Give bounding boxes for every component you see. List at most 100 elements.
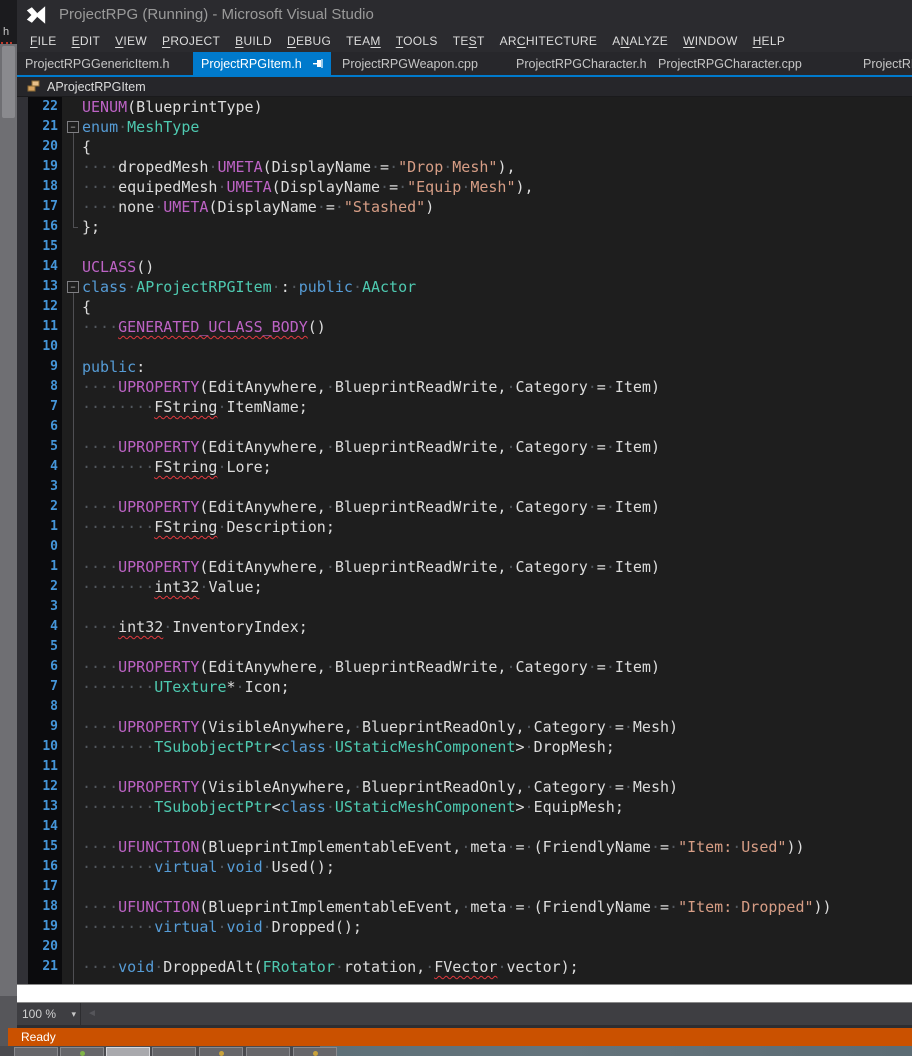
background-tab-fragment: h xyxy=(3,26,9,38)
code-text: public: xyxy=(82,357,145,377)
line-number: 8 xyxy=(28,377,58,397)
code-text: }; xyxy=(82,217,100,237)
menu-help[interactable]: HELP xyxy=(753,34,786,48)
code-text: ····dropedMesh·UMETA(DisplayName·=·"Drop… xyxy=(82,157,516,177)
line-number: 20 xyxy=(28,937,58,957)
code-editor[interactable]: 22UENUM(BlueprintType)21−enum·MeshType20… xyxy=(17,97,912,984)
code-line: 10 xyxy=(17,337,912,357)
background-scrollbar-thumb xyxy=(2,46,15,118)
navigation-bar[interactable]: AProjectRPGItem xyxy=(17,77,912,97)
line-number: 11 xyxy=(28,757,58,777)
line-number: 0 xyxy=(28,537,58,557)
taskbar-button[interactable] xyxy=(14,1047,58,1056)
screen: h ProjectRPG (Running) - Microsoft Visua… xyxy=(0,0,912,1056)
line-number: 15 xyxy=(28,837,58,857)
line-number: 11 xyxy=(28,317,58,337)
code-text: ····UPROPERTY(VisibleAnywhere,·Blueprint… xyxy=(82,777,678,797)
code-text: ········virtual·void·Dropped(); xyxy=(82,917,362,937)
fold-collapse-icon[interactable]: − xyxy=(67,121,79,133)
menu-tools[interactable]: TOOLS xyxy=(396,34,438,48)
code-text: ········FString·Description; xyxy=(82,517,335,537)
class-icon xyxy=(27,80,41,93)
zoom-dropdown[interactable]: 100 % ▾ xyxy=(22,1007,80,1021)
taskbar-button[interactable] xyxy=(293,1047,337,1056)
code-line: 7········UTexture*·Icon; xyxy=(17,677,912,697)
taskbar-button[interactable] xyxy=(106,1047,150,1056)
menu-team[interactable]: TEAM xyxy=(346,34,381,48)
code-text: ····none·UMETA(DisplayName·=·"Stashed") xyxy=(82,197,434,217)
taskbar-button[interactable] xyxy=(152,1047,196,1056)
visual-studio-window: ProjectRPG (Running) - Microsoft Visual … xyxy=(17,0,912,1056)
line-number: 19 xyxy=(28,157,58,177)
divider xyxy=(80,1003,81,1025)
tab-label: ProjectRPGItem.h xyxy=(201,57,302,71)
tab-projectrpgcharacter.h[interactable]: ProjectRPGCharacter.h xyxy=(510,52,646,75)
code-line: 19 ····dropedMesh·UMETA(DisplayName·=·"Dr… xyxy=(17,157,912,177)
tab-projectrpggenericitem.h[interactable]: ProjectRPGGenericItem.h xyxy=(19,52,181,75)
title-bar[interactable]: ProjectRPG (Running) - Microsoft Visual … xyxy=(17,0,912,30)
line-number: 1 xyxy=(28,517,58,537)
code-line: 3 xyxy=(17,477,912,497)
code-text: ····UPROPERTY(EditAnywhere,·BlueprintRea… xyxy=(82,657,660,677)
tab-projectrpgweapon.cpp[interactable]: ProjectRPGWeapon.cpp xyxy=(336,52,478,75)
taskbar-button[interactable] xyxy=(60,1047,104,1056)
breadcrumb-scope[interactable]: AProjectRPGItem xyxy=(47,80,146,94)
menu-view[interactable]: VIEW xyxy=(115,34,147,48)
code-text: ····UPROPERTY(VisibleAnywhere,·Blueprint… xyxy=(82,717,678,737)
code-line: 16}; xyxy=(17,217,912,237)
fold-collapse-icon[interactable]: − xyxy=(67,281,79,293)
code-line: 4····int32·InventoryIndex; xyxy=(17,617,912,637)
code-line: 21−enum·MeshType xyxy=(17,117,912,137)
tab-projectrpg[interactable]: ProjectRPG xyxy=(857,52,912,75)
line-number: 18 xyxy=(28,177,58,197)
code-line: 17····none·UMETA(DisplayName·=·"Stashed"… xyxy=(17,197,912,217)
tab-label: ProjectRPGWeapon.cpp xyxy=(342,57,478,71)
outline-guide-line xyxy=(73,293,74,984)
menu-project[interactable]: PROJECT xyxy=(162,34,220,48)
line-number: 12 xyxy=(28,777,58,797)
line-number: 6 xyxy=(28,657,58,677)
taskbar-button[interactable] xyxy=(199,1047,243,1056)
line-number: 14 xyxy=(28,257,58,277)
code-text: { xyxy=(82,297,91,317)
code-text: ····UPROPERTY(EditAnywhere,·BlueprintRea… xyxy=(82,437,660,457)
line-number: 3 xyxy=(28,597,58,617)
tab-projectrpgcharacter.cpp[interactable]: ProjectRPGCharacter.cpp xyxy=(652,52,802,75)
line-number: 13 xyxy=(28,797,58,817)
tab-label: ProjectRPG xyxy=(863,57,912,71)
menu-analyze[interactable]: ANALYZE xyxy=(612,34,668,48)
taskbar-button[interactable] xyxy=(246,1047,290,1056)
code-text: ········TSubobjectPtr<class·UStaticMeshC… xyxy=(82,737,615,757)
code-line: 3 xyxy=(17,597,912,617)
line-number: 20 xyxy=(28,137,58,157)
line-number: 6 xyxy=(28,417,58,437)
code-line: 5 xyxy=(17,637,912,657)
tab-label: ProjectRPGGenericItem.h xyxy=(25,57,170,71)
menu-architecture[interactable]: ARCHITECTURE xyxy=(500,34,598,48)
pin-icon[interactable] xyxy=(312,58,323,69)
tab-label: ProjectRPGCharacter.h xyxy=(516,57,646,71)
code-line: 13········TSubobjectPtr<class·UStaticMes… xyxy=(17,797,912,817)
code-text: ····GENERATED_UCLASS_BODY() xyxy=(82,317,326,337)
scroll-left-arrow-icon[interactable]: ◄ xyxy=(87,1003,97,1025)
line-number: 21 xyxy=(28,957,58,977)
line-number: 22 xyxy=(28,97,58,117)
code-line: 15····UFUNCTION(BlueprintImplementableEv… xyxy=(17,837,912,857)
code-line: 0 xyxy=(17,537,912,557)
menu-window[interactable]: WINDOW xyxy=(683,34,737,48)
line-number: 10 xyxy=(28,737,58,757)
tab-projectrpgitem.h[interactable]: ProjectRPGItem.h✕ xyxy=(193,52,331,75)
code-line: 14UCLASS() xyxy=(17,257,912,277)
menu-file[interactable]: FILE xyxy=(30,34,57,48)
code-line: 9····UPROPERTY(VisibleAnywhere,·Blueprin… xyxy=(17,717,912,737)
code-text: ····UPROPERTY(EditAnywhere,·BlueprintRea… xyxy=(82,557,660,577)
menu-build[interactable]: BUILD xyxy=(235,34,272,48)
code-line: 19········virtual·void·Dropped(); xyxy=(17,917,912,937)
menu-test[interactable]: TEST xyxy=(453,34,485,48)
menu-edit[interactable]: EDIT xyxy=(72,34,101,48)
menu-debug[interactable]: DEBUG xyxy=(287,34,331,48)
code-line: 6 ····UPROPERTY(EditAnywhere,·BlueprintRe… xyxy=(17,657,912,677)
line-number: 12 xyxy=(28,297,58,317)
line-number: 2 xyxy=(28,497,58,517)
code-text: UENUM(BlueprintType) xyxy=(82,97,263,117)
